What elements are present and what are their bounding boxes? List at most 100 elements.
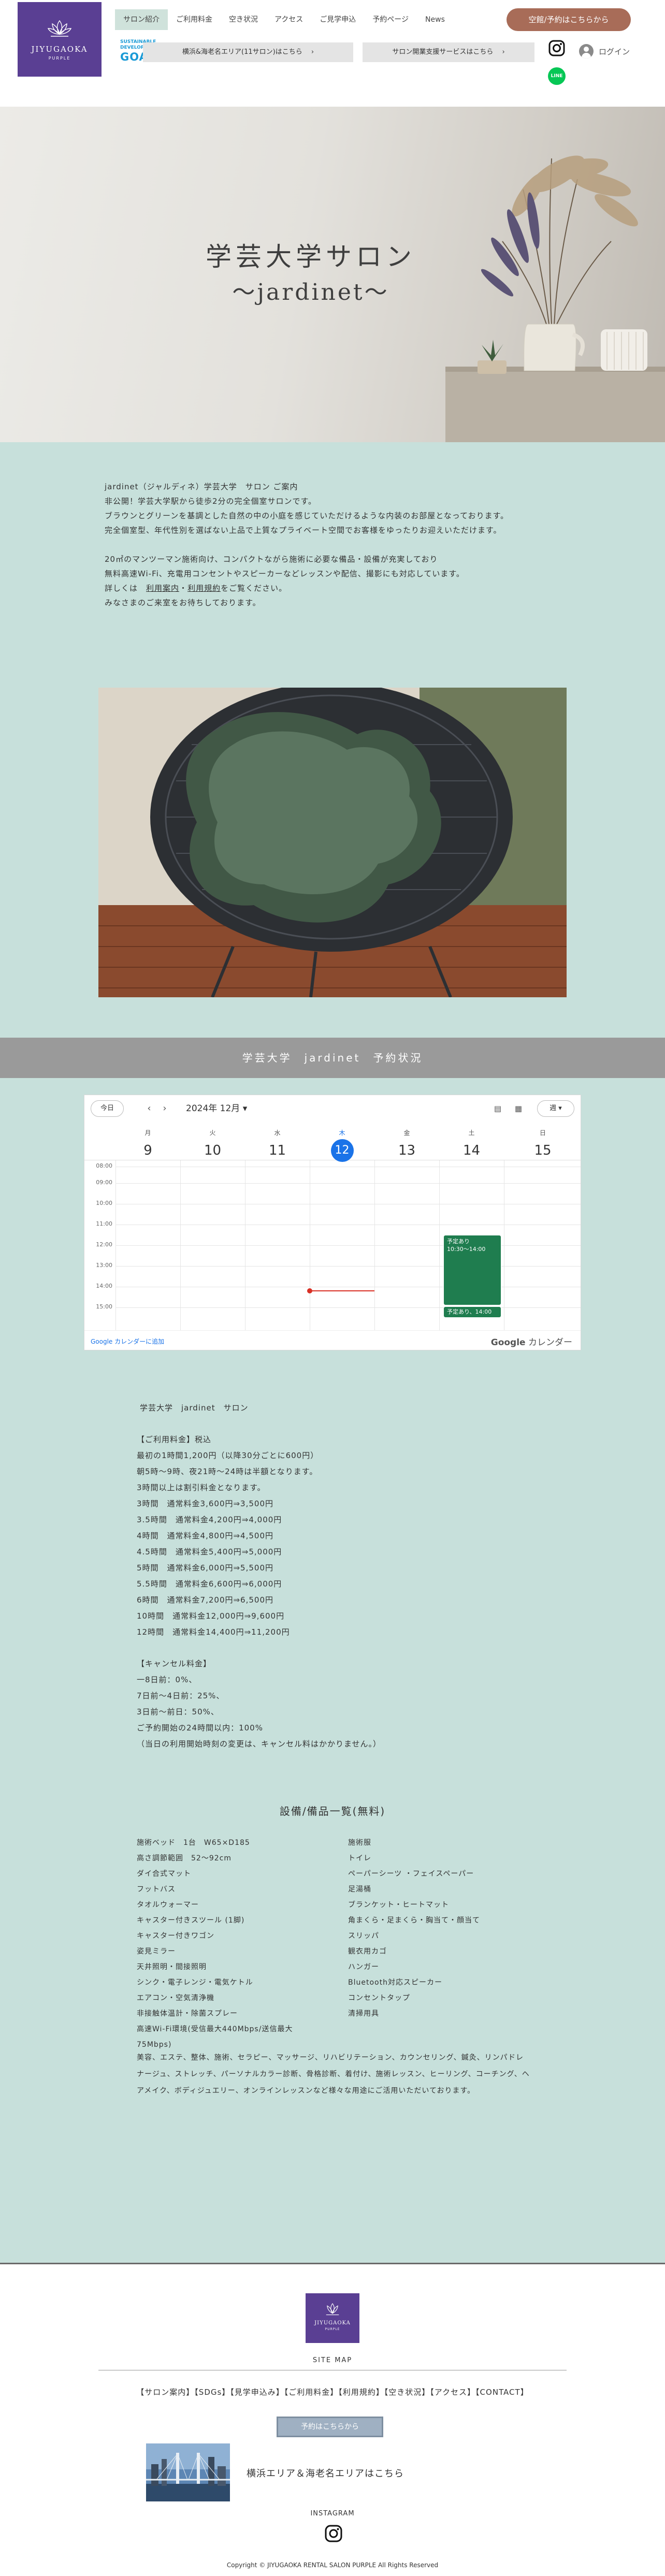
cancel-line: 7日前〜4日前：25%、 xyxy=(137,1691,225,1700)
nav-visit-request[interactable]: ご見学申込 xyxy=(311,9,364,30)
current-time-line xyxy=(310,1290,374,1291)
day-header[interactable]: 日 15 xyxy=(504,1122,582,1162)
book-now-button[interactable]: 空館/予約はこちらから xyxy=(507,8,631,31)
cancel-line: （当日の利用開始時刻の変更は、キャンセル料はかかりません。） xyxy=(137,1739,382,1749)
nav-news[interactable]: News xyxy=(417,9,453,30)
calendar-wordmark: カレンダー xyxy=(525,1337,572,1348)
equipment-item: 高さ調節範囲 52〜92cm xyxy=(137,1854,232,1862)
usage-guide-link[interactable]: 利用案内 xyxy=(146,584,179,593)
day-header[interactable]: 土 14 xyxy=(439,1122,504,1162)
salon-startup-label: サロン開業支援サービスはこちら xyxy=(392,48,494,56)
salon-description: jardinet（ジャルディネ）学芸大学 サロン ご案内 非公開！学芸大学駅から… xyxy=(105,479,560,624)
footer-logo-subtitle: PURPLE xyxy=(325,2327,340,2331)
login-button[interactable]: ログイン xyxy=(579,43,630,59)
calendar-toolbar: 今日 ‹ › 2024年 12月 ▾ ▤ ▦ 週 ▾ xyxy=(84,1095,581,1122)
description-paragraph-2: 20㎡のマンツーマン施術向け、コンパクトながら施術に必要な備品・設備が充実してお… xyxy=(105,552,560,610)
hour-label: 13:00 xyxy=(96,1262,112,1269)
google-calendar-embed[interactable]: 今日 ‹ › 2024年 12月 ▾ ▤ ▦ 週 ▾ 月 9 火 10 水 11… xyxy=(84,1095,581,1350)
site-logo[interactable]: JIYUGAOKA PURPLE xyxy=(18,2,102,77)
lotus-emblem-icon xyxy=(47,20,72,37)
day-header[interactable]: 水 11 xyxy=(245,1122,310,1162)
day-header-today[interactable]: 木 12 xyxy=(310,1122,374,1162)
equipment-item: 非接触体温計・除菌スプレー xyxy=(137,2010,238,2018)
day-column-line xyxy=(180,1160,181,1330)
nav-pricing[interactable]: ご利用料金 xyxy=(168,9,221,30)
description-paragraph-1: jardinet（ジャルディネ）学芸大学 サロン ご案内 非公開！学芸大学駅から… xyxy=(105,479,560,537)
day-number: 11 xyxy=(268,1143,286,1158)
sitemap-links[interactable]: 【サロン案内】【SDGs】【見学申込み】【ご利用料金】【利用規約】【空き状況】【… xyxy=(0,2386,665,2397)
equipment-item: 天井照明・間接照明 xyxy=(137,1963,207,1971)
fee-line: 10時間 通常料金12,000円⇒9,600円 xyxy=(137,1611,285,1621)
equipment-item: ブランケット・ヒートマット xyxy=(348,1901,449,1909)
view-selector[interactable]: 週 ▾ xyxy=(537,1100,574,1117)
copyright: Copyright © JIYUGAOKA RENTAL SALON PURPL… xyxy=(226,2562,439,2569)
yokohama-bridge-photo[interactable] xyxy=(146,2443,230,2501)
area-salons-button[interactable]: 横浜&海老名エリア(11サロン)はこちら › xyxy=(143,42,353,62)
day-of-week: 日 xyxy=(539,1129,546,1137)
footer-booking-button[interactable]: 予約はこちらから xyxy=(277,2417,383,2437)
instagram-icon[interactable] xyxy=(548,39,566,57)
hour-line xyxy=(115,1307,581,1308)
today-button[interactable]: 今日 xyxy=(91,1100,124,1117)
calendar-icon[interactable]: ▦ xyxy=(512,1102,525,1115)
description-line: 20㎡のマンツーマン施術向け、コンパクトながら施術に必要な備品・設備が充実してお… xyxy=(105,555,438,564)
day-column-line xyxy=(115,1160,116,1330)
nav-access[interactable]: アクセス xyxy=(266,9,311,30)
equipment-item: トイレ xyxy=(348,1854,371,1862)
next-week-icon[interactable]: › xyxy=(157,1100,172,1117)
cancel-line: 3日前〜前日：50%、 xyxy=(137,1707,219,1716)
footer-logo-title: JIYUGAOKA xyxy=(314,2320,351,2326)
usage-examples: 美容、エステ、整体、施術、セラピー、マッサージ、リハビリテーション、カウンセリン… xyxy=(137,2054,530,2095)
calendar-grid[interactable]: 08:00 09:00 10:00 11:00 12:00 13:00 14:0… xyxy=(84,1160,581,1330)
add-to-google-calendar-link[interactable]: Google カレンダーに追加 xyxy=(91,1337,164,1346)
site-footer: JIYUGAOKA PURPLE SITE MAP 【サロン案内】【SDGs】【… xyxy=(0,2263,665,2576)
terms-link[interactable]: 利用規約 xyxy=(187,584,221,593)
equipment-item: 施術ベッド 1台 W65×D185 xyxy=(137,1839,250,1847)
hour-label: 15:00 xyxy=(96,1303,112,1310)
link-separator: ・ xyxy=(179,584,188,593)
footer-logo[interactable]: JIYUGAOKA PURPLE xyxy=(306,2293,359,2343)
fee-line: 5.5時間 通常料金6,600円⇒6,000円 xyxy=(137,1579,282,1589)
day-header[interactable]: 月 9 xyxy=(115,1122,180,1162)
detail-suffix: をご覧ください。 xyxy=(221,584,287,593)
hour-label: 11:00 xyxy=(96,1220,112,1227)
hour-label: 09:00 xyxy=(96,1179,112,1186)
equipment-item: ペーパーシーツ ・フェイスペーパー xyxy=(348,1870,474,1878)
description-line: jardinet（ジャルディネ）学芸大学 サロン ご案内 xyxy=(105,482,298,491)
salon-startup-button[interactable]: サロン開業支援サービスはこちら › xyxy=(363,42,534,62)
agenda-icon[interactable]: ▤ xyxy=(491,1102,504,1115)
instagram-icon[interactable] xyxy=(324,2524,343,2543)
equipment-item: ダイ合式マット xyxy=(137,1870,191,1878)
calendar-event[interactable]: 予定あり、14:00 xyxy=(443,1306,501,1318)
chevron-right-icon: › xyxy=(495,48,505,56)
salon-chair-image xyxy=(98,688,567,997)
salon-chair-photo xyxy=(98,688,567,997)
area-link[interactable]: 横浜エリア＆海老名エリアはこちら xyxy=(247,2466,404,2480)
day-of-week: 水 xyxy=(274,1129,281,1137)
line-icon[interactable]: LINE xyxy=(548,67,566,85)
equipment-item: タオルウォーマー xyxy=(137,1901,199,1909)
day-number: 10 xyxy=(204,1143,222,1158)
fee-line: 3.5時間 通常料金4,200円⇒4,000円 xyxy=(137,1515,282,1524)
equipment-item: ハンガー xyxy=(348,1963,379,1971)
hour-label: 14:00 xyxy=(96,1283,112,1289)
nav-reservation[interactable]: 予約ページ xyxy=(364,9,417,30)
nav-availability[interactable]: 空き状況 xyxy=(221,9,266,30)
equipment-item: 姿見ミラー xyxy=(137,1947,176,1956)
calendar-event[interactable]: 予定あり 10:30〜14:00 xyxy=(443,1235,501,1305)
event-title: 予定あり、14:00 xyxy=(447,1308,492,1315)
day-header[interactable]: 金 13 xyxy=(374,1122,439,1162)
google-calendar-brand[interactable]: Google カレンダー xyxy=(491,1335,572,1348)
equipment-item: スリッパ xyxy=(348,1932,379,1940)
cancel-heading: 【キャンセル料金】 xyxy=(137,1659,212,1668)
month-selector[interactable]: 2024年 12月 ▾ xyxy=(186,1100,247,1117)
user-avatar-icon xyxy=(579,44,594,59)
prev-week-icon[interactable]: ‹ xyxy=(141,1100,157,1117)
day-header[interactable]: 火 10 xyxy=(180,1122,245,1162)
description-line: 非公開！学芸大学駅から徒歩2分の完全個室サロンです。 xyxy=(105,497,317,506)
login-label: ログイン xyxy=(599,47,630,56)
equipment-item: 清掃用具 xyxy=(348,2010,379,2018)
nav-salon-intro[interactable]: サロン紹介 xyxy=(115,9,168,30)
description-line: 無料高速Wi-Fi、充電用コンセントやスピーカーなどレッスンや配信、撮影にも対応… xyxy=(105,569,465,578)
day-number: 15 xyxy=(534,1143,552,1158)
